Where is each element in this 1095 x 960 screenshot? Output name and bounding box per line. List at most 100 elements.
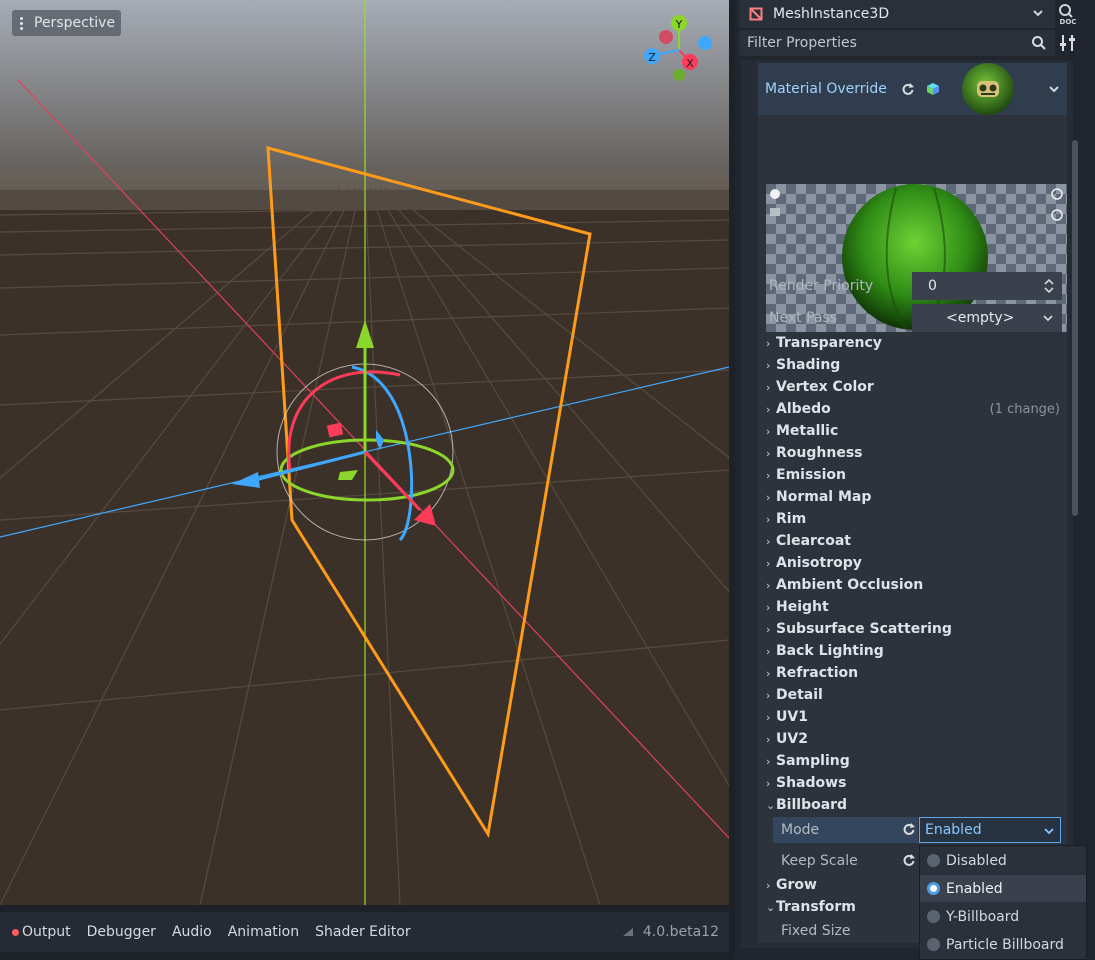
section-billboard[interactable]: ⌄ Billboard xyxy=(766,794,847,816)
option-label: Disabled xyxy=(946,852,1007,869)
section-shading[interactable]: › Shading xyxy=(766,354,840,376)
render-priority-spinbox[interactable]: 0 xyxy=(912,272,1062,300)
section-label: Grow xyxy=(776,877,817,893)
section-label: UV1 xyxy=(776,709,808,725)
section-label: UV2 xyxy=(776,731,808,747)
fixed-size-row: Fixed Size xyxy=(773,918,918,944)
chevron-right-icon: › xyxy=(766,556,771,570)
render-priority-value: 0 xyxy=(928,278,937,294)
viewport-scene: Y X Z xyxy=(0,0,729,905)
revert-icon[interactable] xyxy=(901,82,915,96)
option-enabled[interactable]: Enabled xyxy=(920,875,1086,902)
chevron-right-icon: › xyxy=(766,600,771,614)
option-particle-billboard[interactable]: Particle Billboard xyxy=(920,931,1086,958)
error-dot-icon xyxy=(12,928,19,936)
section-refraction[interactable]: › Refraction xyxy=(766,662,858,684)
section-ambient-occlusion[interactable]: › Ambient Occlusion xyxy=(766,574,923,596)
chevron-down-icon: ⌄ xyxy=(766,900,776,914)
section-height[interactable]: › Height xyxy=(766,596,829,618)
billboard-mode-value: Enabled xyxy=(925,822,982,838)
chevron-down-icon[interactable] xyxy=(1047,82,1061,96)
next-pass-row: Next Pass <empty> xyxy=(762,303,1062,333)
chevron-right-icon: › xyxy=(766,424,771,438)
section-albedo[interactable]: › Albedo (1 change) xyxy=(766,398,1060,420)
section-label: Height xyxy=(776,599,829,615)
tab-output[interactable]: Output xyxy=(12,924,71,940)
perspective-button[interactable]: Perspective xyxy=(12,10,122,36)
billboard-mode-dropdown[interactable]: Enabled xyxy=(919,817,1061,843)
spinner-arrows-icon[interactable] xyxy=(1044,278,1054,294)
section-transparency[interactable]: › Transparency xyxy=(766,332,882,354)
revert-icon[interactable] xyxy=(902,822,916,836)
update-spinner-icon xyxy=(622,928,633,936)
section-uv1[interactable]: › UV1 xyxy=(766,706,808,728)
radio-icon xyxy=(927,854,940,867)
section-anisotropy[interactable]: › Anisotropy xyxy=(766,552,862,574)
option-disabled[interactable]: Disabled xyxy=(920,847,1086,874)
chevron-right-icon: › xyxy=(766,380,771,394)
section-clearcoat[interactable]: › Clearcoat xyxy=(766,530,851,552)
section-emission[interactable]: › Emission xyxy=(766,464,846,486)
chevron-right-icon: › xyxy=(766,710,771,724)
section-label: Anisotropy xyxy=(776,555,862,571)
inspector-tools-icon[interactable] xyxy=(1057,32,1079,54)
section-vertex-color[interactable]: › Vertex Color xyxy=(766,376,874,398)
section-roughness[interactable]: › Roughness xyxy=(766,442,862,464)
section-label: Refraction xyxy=(776,665,859,681)
section-subsurface-scattering[interactable]: › Subsurface Scattering xyxy=(766,618,952,640)
option-label: Y-Billboard xyxy=(946,908,1020,925)
section-uv2[interactable]: › UV2 xyxy=(766,728,808,750)
gizmo-x-label: X xyxy=(686,57,694,70)
documentation-icon[interactable]: DOC xyxy=(1057,2,1079,26)
section-normal-map[interactable]: › Normal Map xyxy=(766,486,871,508)
chevron-right-icon: › xyxy=(766,578,771,592)
section-transform[interactable]: ⌄ Transform xyxy=(766,896,856,918)
3d-viewport[interactable]: Y X Z Perspective xyxy=(0,0,729,905)
section-metallic[interactable]: › Metallic xyxy=(766,420,838,442)
section-label: Detail xyxy=(776,687,823,703)
tab-debugger[interactable]: Debugger xyxy=(87,924,156,940)
chevron-right-icon: › xyxy=(766,666,771,680)
chevron-right-icon: › xyxy=(766,732,771,746)
fixed-size-label: Fixed Size xyxy=(781,923,851,939)
tab-output-label: Output xyxy=(22,924,71,940)
search-icon xyxy=(1032,36,1046,50)
revert-icon[interactable] xyxy=(902,853,916,867)
material-thumbnail-icon[interactable] xyxy=(961,62,1015,116)
chevron-right-icon: › xyxy=(766,878,771,892)
keep-scale-row: Keep Scale xyxy=(773,848,918,874)
tab-shader-editor[interactable]: Shader Editor xyxy=(315,924,410,940)
material-override-label: Material Override xyxy=(765,81,887,97)
chevron-right-icon: › xyxy=(766,534,771,548)
section-label: Sampling xyxy=(776,753,850,769)
node-selector[interactable]: MeshInstance3D xyxy=(739,0,1055,28)
version-label: 4.0.beta12 xyxy=(642,924,719,940)
section-detail[interactable]: › Detail xyxy=(766,684,823,706)
section-label: Transparency xyxy=(776,335,882,351)
material-override-row[interactable]: Material Override xyxy=(758,63,1067,115)
filter-properties-input[interactable]: Filter Properties xyxy=(739,30,1055,56)
mesh-instance-icon xyxy=(749,7,763,21)
radio-icon xyxy=(927,910,940,923)
inspector-scrollbar[interactable] xyxy=(1072,140,1078,516)
chevron-right-icon: › xyxy=(766,644,771,658)
perspective-label: Perspective xyxy=(34,15,116,31)
option-y-billboard[interactable]: Y-Billboard xyxy=(920,903,1086,930)
tab-animation[interactable]: Animation xyxy=(228,924,299,940)
billboard-mode-popup: Disabled Enabled Y-Billboard Particle Bi… xyxy=(919,845,1087,960)
render-priority-row: Render Priority 0 xyxy=(762,271,1062,301)
gizmo-z-label: Z xyxy=(648,51,656,64)
chevron-down-icon: ⌄ xyxy=(766,798,776,812)
gizmo-y-label: Y xyxy=(675,18,683,31)
section-rim[interactable]: › Rim xyxy=(766,508,806,530)
next-pass-value: <empty> xyxy=(946,310,1015,326)
light-2-icon xyxy=(770,208,780,216)
section-sampling[interactable]: › Sampling xyxy=(766,750,850,772)
tab-audio[interactable]: Audio xyxy=(172,924,212,940)
section-shadows[interactable]: › Shadows xyxy=(766,772,846,794)
next-pass-picker[interactable]: <empty> xyxy=(912,304,1062,332)
section-grow[interactable]: › Grow xyxy=(766,874,817,896)
radio-selected-icon xyxy=(927,882,940,895)
section-back-lighting[interactable]: › Back Lighting xyxy=(766,640,884,662)
section-label: Clearcoat xyxy=(776,533,851,549)
